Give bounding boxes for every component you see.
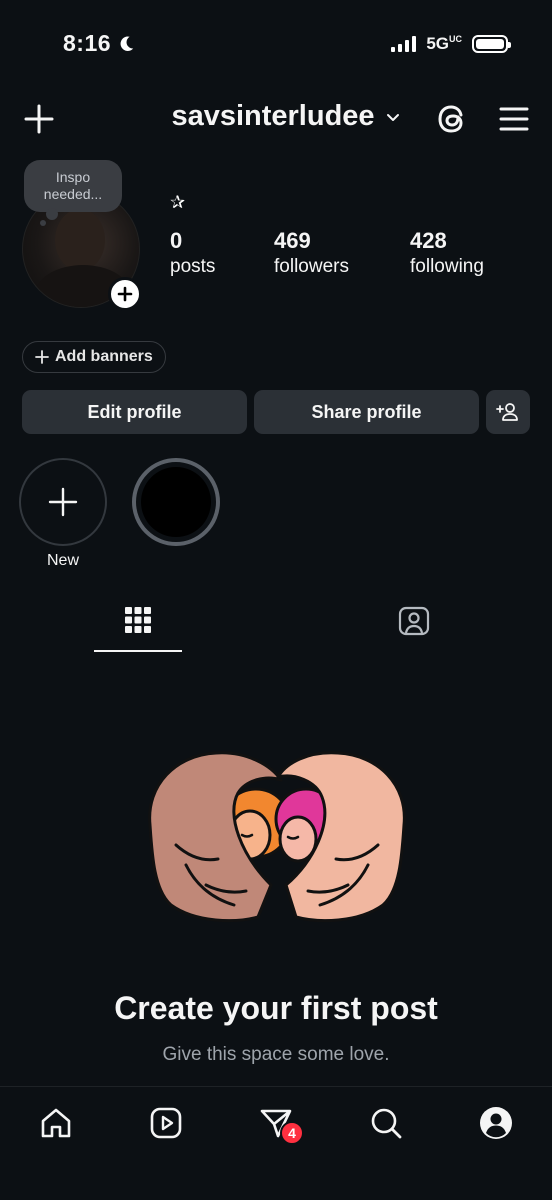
add-banners-label: Add banners: [55, 348, 153, 365]
status-time: 8:16: [63, 30, 135, 57]
followers-count: 469: [274, 228, 311, 253]
search-icon: [371, 1108, 402, 1139]
tab-posts-grid[interactable]: [94, 604, 182, 652]
edit-profile-label: Edit profile: [87, 401, 182, 422]
posts-stat[interactable]: 0 posts: [170, 228, 215, 278]
posts-count: 0: [170, 228, 183, 253]
following-stat[interactable]: 428 following: [410, 228, 484, 278]
nav-messages[interactable]: 4: [254, 1101, 304, 1145]
username[interactable]: savsinterludee: [171, 100, 374, 133]
highlight-item[interactable]: [132, 458, 220, 546]
followers-label: followers: [274, 256, 349, 277]
share-profile-label: Share profile: [311, 401, 422, 422]
empty-state-subtitle: Give this space some love.: [162, 1044, 390, 1065]
status-indicators: 5GUC: [391, 34, 511, 54]
battery-icon: [472, 35, 511, 53]
nav-search[interactable]: [364, 1101, 408, 1145]
bottom-nav: 4: [0, 1086, 552, 1200]
following-count: 428: [410, 228, 447, 253]
grid-icon: [125, 607, 151, 633]
followers-stat[interactable]: 469 followers: [274, 228, 349, 278]
add-banners-button[interactable]: Add banners: [22, 341, 166, 373]
share-profile-button[interactable]: Share profile: [254, 390, 479, 434]
new-highlight-label: New: [46, 552, 79, 569]
add-person-icon: [496, 403, 518, 421]
threads-icon[interactable]: [434, 100, 472, 138]
following-label: following: [410, 256, 484, 277]
nav-profile[interactable]: [474, 1101, 518, 1145]
empty-state-title: Create your first post: [114, 990, 438, 1026]
signal-icon: [391, 36, 417, 52]
heart-hands-illustration: [148, 751, 406, 923]
profile-icon: [480, 1107, 512, 1139]
discover-people-button[interactable]: [486, 390, 530, 434]
nav-reels[interactable]: [144, 1101, 188, 1145]
tab-tagged[interactable]: [370, 604, 458, 652]
note-bubble[interactable]: Inspo needed...: [24, 160, 122, 226]
moon-icon: [120, 36, 134, 51]
network-type: 5GUC: [426, 34, 462, 53]
posts-label: posts: [170, 256, 216, 277]
note-text-line1: Inspo: [55, 169, 91, 185]
add-story-icon[interactable]: [108, 277, 142, 311]
messages-badge: 4: [280, 1121, 304, 1145]
new-highlight-button[interactable]: [19, 458, 107, 546]
plus-icon: [48, 487, 78, 517]
menu-icon[interactable]: [498, 104, 530, 134]
nav-home[interactable]: [34, 1101, 78, 1145]
clock-text: 8:16: [63, 30, 112, 56]
bio-text: ✰: [170, 192, 186, 212]
chevron-down-icon[interactable]: [385, 109, 401, 125]
reels-icon: [150, 1107, 182, 1139]
plus-icon: [35, 350, 49, 364]
note-text-line2: needed...: [43, 186, 103, 202]
tagged-person-icon: [398, 606, 430, 636]
edit-profile-button[interactable]: Edit profile: [22, 390, 247, 434]
home-icon: [41, 1108, 71, 1138]
